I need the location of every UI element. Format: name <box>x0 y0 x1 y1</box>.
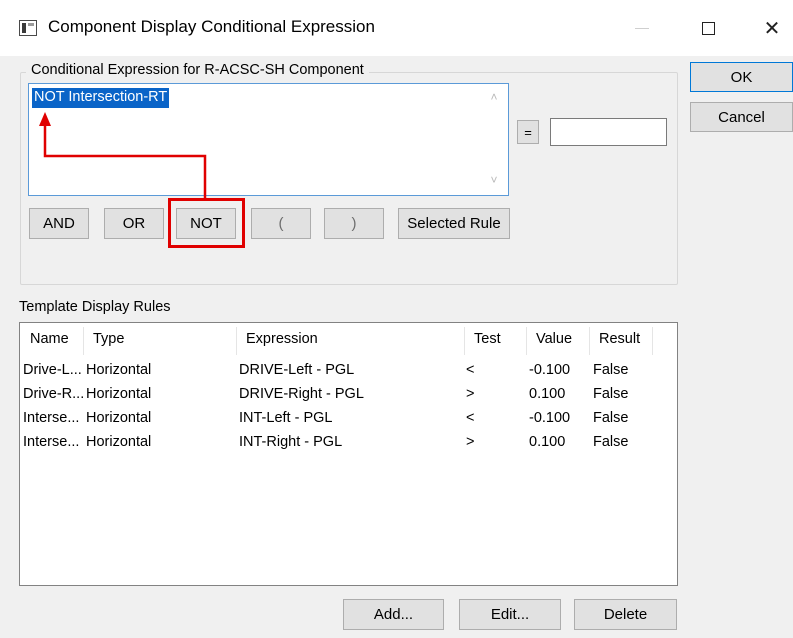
table-cell-type[interactable]: Horizontal <box>86 386 226 406</box>
table-cell-expression[interactable]: DRIVE-Left - PGL <box>239 362 459 382</box>
selected-rule-button[interactable]: Selected Rule <box>398 208 510 239</box>
table-cell-name[interactable]: Interse... <box>23 434 85 454</box>
table-cell-expression[interactable]: INT-Left - PGL <box>239 410 459 430</box>
table-cell-test[interactable]: > <box>466 434 516 454</box>
table-cell-type[interactable]: Horizontal <box>86 410 226 430</box>
column-header-name[interactable]: Name <box>30 331 69 353</box>
table-cell-name[interactable]: Drive-R... <box>23 386 85 406</box>
table-cell-result[interactable]: False <box>593 386 648 406</box>
app-window-icon <box>19 20 37 36</box>
table-cell-expression[interactable]: INT-Right - PGL <box>239 434 459 454</box>
close-icon: ✕ <box>763 17 781 40</box>
table-cell-value[interactable]: -0.100 <box>529 410 584 430</box>
equals-button[interactable]: = <box>517 120 539 144</box>
table-cell-result[interactable]: False <box>593 362 648 382</box>
table-cell-result[interactable]: False <box>593 410 648 430</box>
table-cell-value[interactable]: -0.100 <box>529 362 584 382</box>
table-cell-value[interactable]: 0.100 <box>529 434 584 454</box>
table-cell-result[interactable]: False <box>593 434 648 454</box>
scroll-up-icon[interactable]: ˄ <box>487 90 501 104</box>
table-cell-expression[interactable]: DRIVE-Right - PGL <box>239 386 459 406</box>
table-cell-value[interactable]: 0.100 <box>529 386 584 406</box>
table-cell-test[interactable]: > <box>466 386 516 406</box>
column-header-expression[interactable]: Expression <box>246 331 318 353</box>
column-header-value[interactable]: Value <box>536 331 572 353</box>
table-cell-test[interactable]: < <box>466 410 516 430</box>
delete-button[interactable]: Delete <box>574 599 677 630</box>
scroll-down-icon[interactable]: ˅ <box>487 173 501 187</box>
not-button-highlight <box>168 198 245 248</box>
expression-selected-text[interactable]: NOT Intersection-RT <box>32 88 170 108</box>
open-paren-button[interactable]: ( <box>251 208 311 239</box>
table-cell-type[interactable]: Horizontal <box>86 362 226 382</box>
maximize-icon <box>701 21 715 35</box>
edit-button[interactable]: Edit... <box>459 599 561 630</box>
close-button[interactable]: ✕ <box>752 10 792 46</box>
table-cell-test[interactable]: < <box>466 362 516 382</box>
minimize-icon <box>635 27 649 29</box>
minimize-button[interactable] <box>622 10 662 46</box>
add-button[interactable]: Add... <box>343 599 444 630</box>
table-cell-name[interactable]: Interse... <box>23 410 85 430</box>
table-cell-name[interactable]: Drive-L... <box>23 362 85 382</box>
cancel-button[interactable]: Cancel <box>690 102 793 132</box>
column-header-result[interactable]: Result <box>599 331 640 353</box>
column-header-test[interactable]: Test <box>474 331 501 353</box>
expression-group-label: Conditional Expression for R-ACSC-SH Com… <box>26 62 369 78</box>
table-cell-type[interactable]: Horizontal <box>86 434 226 454</box>
close-paren-button[interactable]: ) <box>324 208 384 239</box>
value-input[interactable] <box>550 118 667 146</box>
column-header-type[interactable]: Type <box>93 331 124 353</box>
and-button[interactable]: AND <box>29 208 89 239</box>
template-rules-label: Template Display Rules <box>19 299 171 315</box>
ok-button[interactable]: OK <box>690 62 793 92</box>
or-button[interactable]: OR <box>104 208 164 239</box>
maximize-button[interactable] <box>688 10 728 46</box>
window-title: Component Display Conditional Expression <box>48 17 375 36</box>
